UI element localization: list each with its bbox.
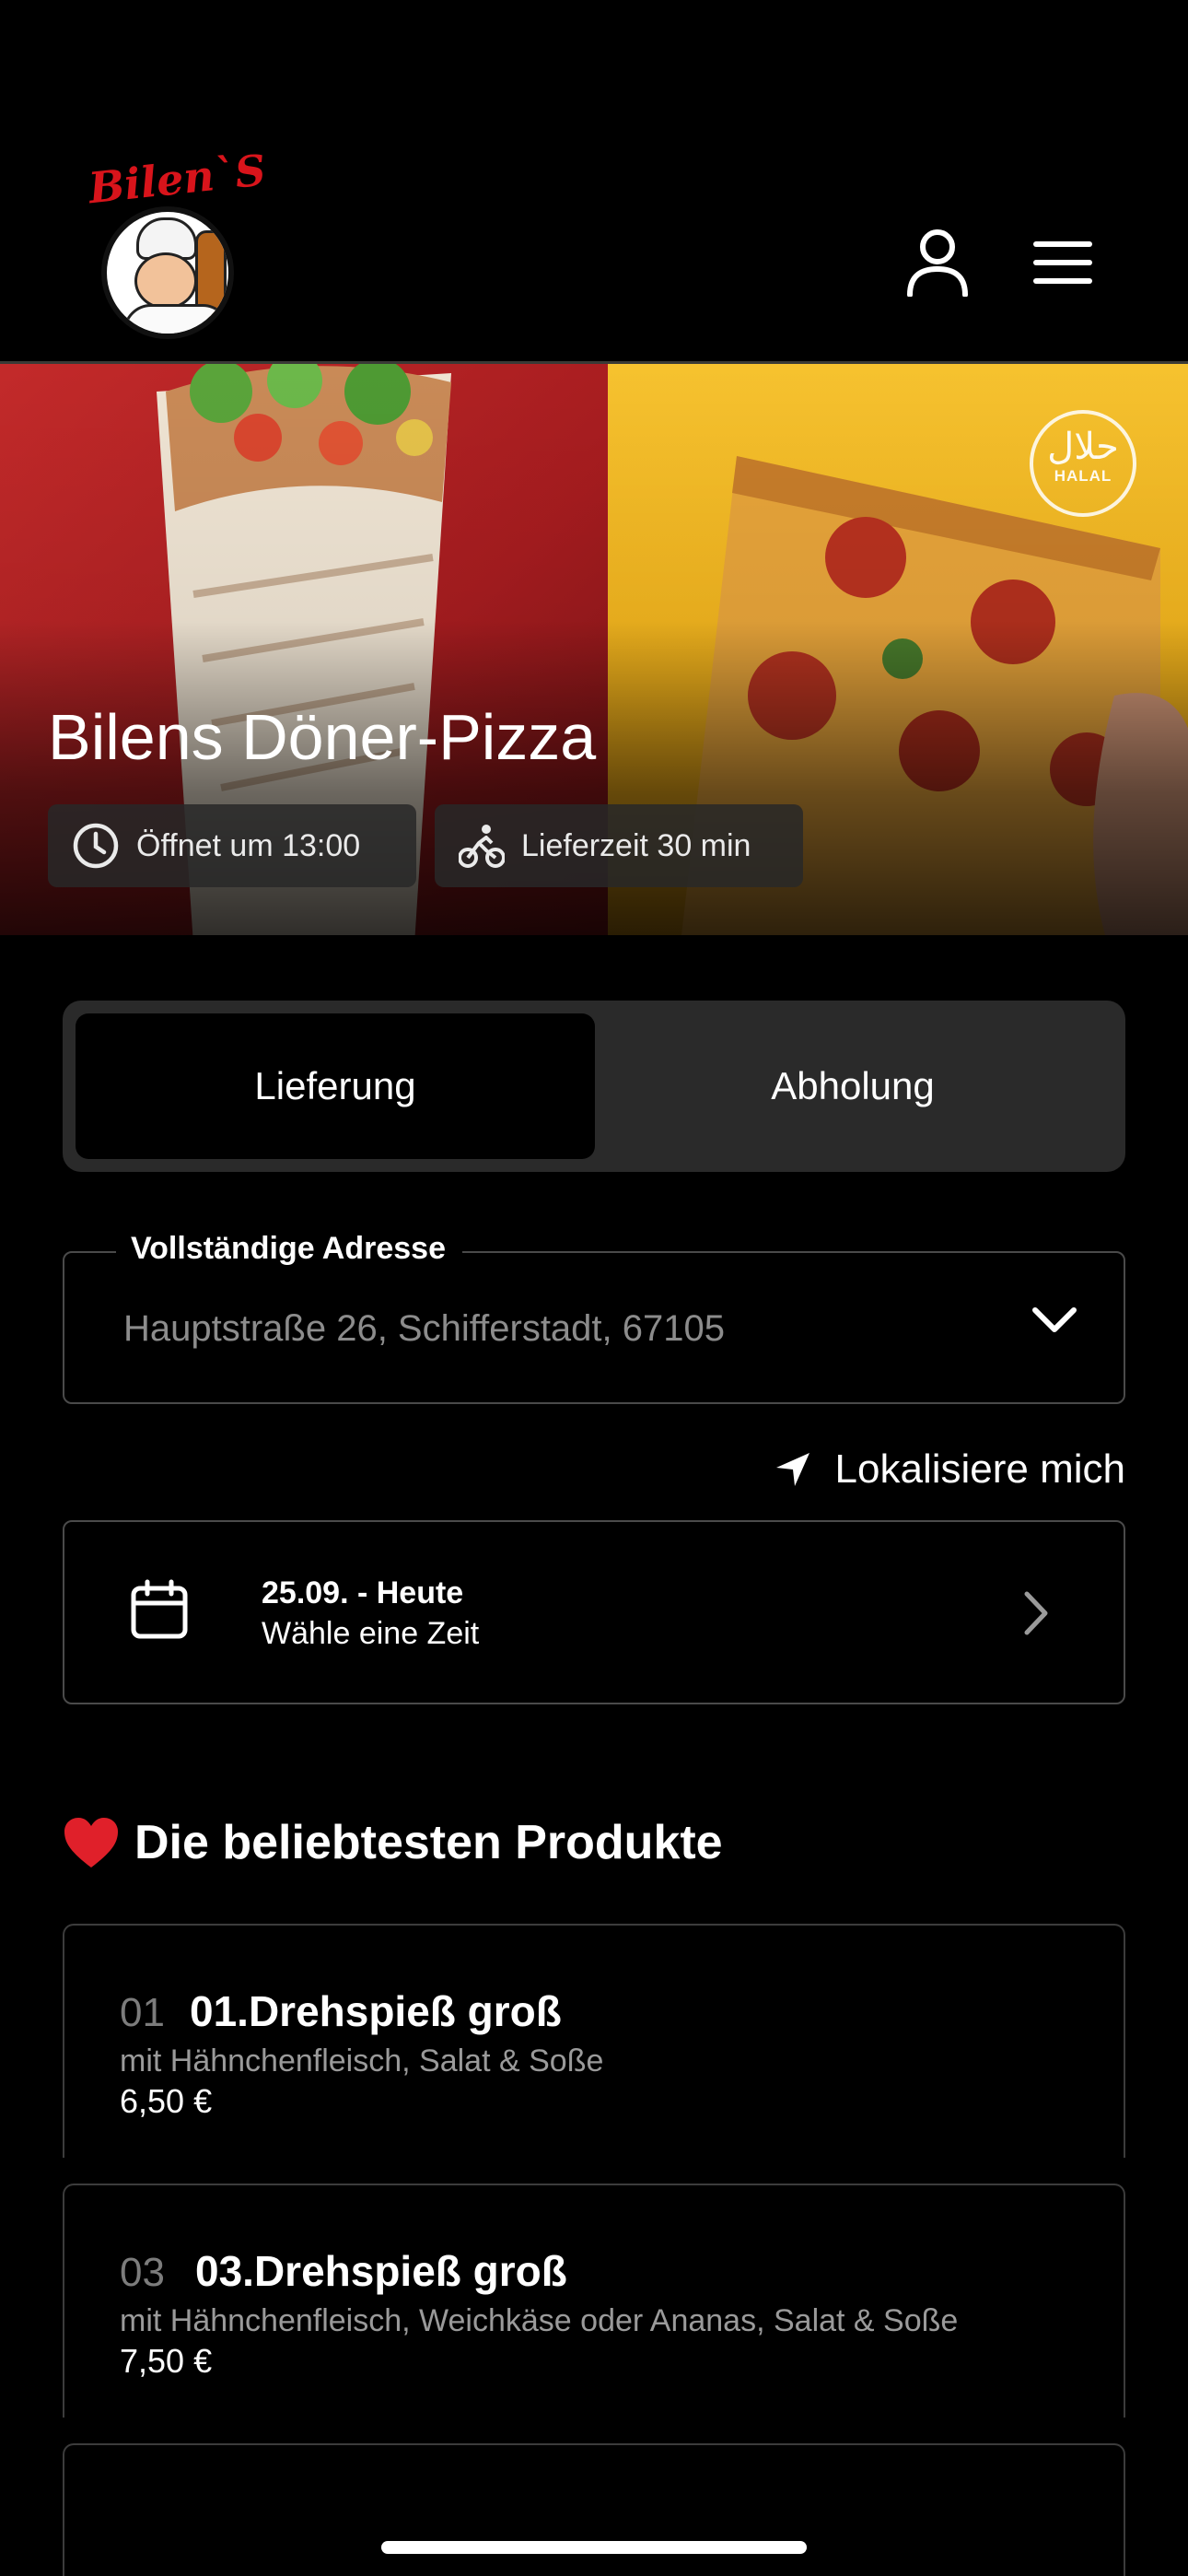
- popular-products-title: Die beliebtesten Produkte: [134, 1816, 723, 1869]
- app-header: Bilen`S: [0, 0, 1188, 364]
- chevron-down-icon[interactable]: [1031, 1305, 1077, 1336]
- clock-icon: [73, 823, 119, 869]
- locate-me-label: Lokalisiere mich: [834, 1446, 1125, 1492]
- chef-mascot-icon: [101, 206, 234, 339]
- product-name: 01.Drehspieß groß: [190, 1987, 562, 2035]
- delivery-tab[interactable]: Lieferung: [76, 1013, 595, 1159]
- address-label: Vollständige Adresse: [116, 1231, 462, 1267]
- hamburger-menu-icon: [1033, 241, 1092, 284]
- user-icon: [907, 229, 968, 297]
- popular-products-heading: Die beliebtesten Produkte: [63, 1815, 723, 1870]
- restaurant-name: Bilens Döner-Pizza: [48, 701, 597, 773]
- chevron-right-icon: [1024, 1591, 1048, 1635]
- opening-hours-text: Öffnet um 13:00: [136, 827, 361, 863]
- halal-badge: حلال HALAL: [1030, 410, 1136, 517]
- restaurant-logo[interactable]: Bilen`S: [87, 145, 268, 357]
- delivery-time-chip: Lieferzeit 30 min: [435, 804, 803, 887]
- home-indicator[interactable]: [381, 2541, 807, 2554]
- calendar-icon: [131, 1579, 188, 1639]
- heart-icon: [64, 1818, 118, 1868]
- address-field[interactable]: Vollständige Adresse Hauptstraße 26, Sch…: [63, 1231, 1125, 1404]
- product-price: 6,50 €: [120, 2082, 213, 2120]
- choose-time-hint: Wähle eine Zeit: [262, 1616, 480, 1651]
- bicycle-courier-icon: [459, 825, 505, 868]
- product-number: 01: [120, 1990, 165, 2035]
- menu-button[interactable]: [1026, 226, 1100, 299]
- product-card[interactable]: 03 03.Drehspieß groß mit Hähnchenfleisch…: [63, 2184, 1125, 2418]
- pickup-tab[interactable]: Abholung: [593, 1013, 1112, 1159]
- product-price: 7,50 €: [120, 2342, 213, 2380]
- selected-date: 25.09. - Heute: [262, 1575, 464, 1610]
- opening-hours-chip: Öffnet um 13:00: [48, 804, 416, 887]
- hero-banner: حلال HALAL Bilens Döner-Pizza Öffnet um …: [0, 364, 1188, 935]
- account-button[interactable]: [901, 226, 974, 299]
- product-description: mit Hähnchenfleisch, Salat & Soße: [120, 2043, 604, 2078]
- delivery-time-selector[interactable]: 25.09. - Heute Wähle eine Zeit: [63, 1520, 1125, 1704]
- product-description: mit Hähnchenfleisch, Weichkäse oder Anan…: [120, 2303, 959, 2338]
- location-arrow-icon: [775, 1453, 809, 1486]
- logo-text: Bilen`S: [86, 145, 269, 214]
- address-input[interactable]: Hauptstraße 26, Schifferstadt, 67105: [123, 1308, 725, 1350]
- product-card[interactable]: 01 01.Drehspieß groß mit Hähnchenfleisch…: [63, 1924, 1125, 2158]
- product-name: 03.Drehspieß groß: [195, 2247, 567, 2295]
- order-mode-toggle: Lieferung Abholung: [63, 1001, 1125, 1172]
- product-number: 03: [120, 2250, 165, 2295]
- delivery-time-text: Lieferzeit 30 min: [521, 827, 751, 863]
- product-card[interactable]: [63, 2443, 1125, 2576]
- locate-me-button[interactable]: Lokalisiere mich: [775, 1446, 1125, 1493]
